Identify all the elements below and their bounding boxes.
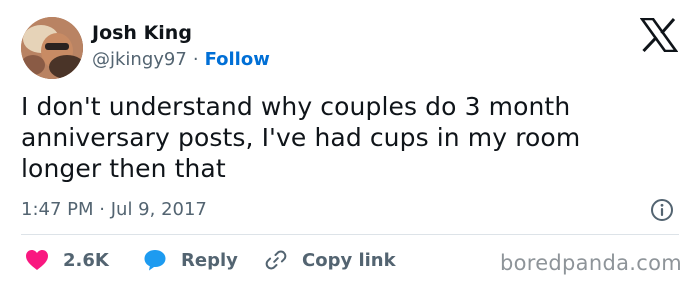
tweet-date: Jul 9, 2017	[110, 199, 207, 220]
info-icon[interactable]	[650, 198, 674, 222]
copy-link-label: Copy link	[302, 249, 396, 271]
tweet-card: Josh King @jkingy97 · Follow I don't under…	[0, 0, 700, 287]
copy-link-button[interactable]: Copy link	[264, 247, 396, 273]
speech-bubble-icon	[144, 250, 166, 271]
heart-icon	[26, 250, 48, 270]
follow-button[interactable]: Follow	[205, 49, 270, 70]
author-handle[interactable]: @jkingy97	[92, 49, 187, 70]
avatar[interactable]	[21, 17, 83, 79]
x-logo-icon[interactable]	[640, 18, 678, 52]
tweet-line: I don't understand why couples do 3 mont…	[21, 92, 571, 121]
reply-button[interactable]: Reply	[143, 247, 238, 273]
reply-label: Reply	[181, 249, 238, 271]
tweet-timestamp[interactable]: 1:47 PM · Jul 9, 2017	[21, 198, 207, 222]
author-handle-row: @jkingy97 · Follow	[92, 48, 270, 72]
divider	[21, 234, 679, 235]
link-icon	[265, 250, 287, 270]
watermark: boredpanda.com	[499, 251, 682, 275]
tweet-line: longer then that	[21, 154, 226, 183]
like-count: 2.6K	[63, 249, 109, 271]
tweet-time: 1:47 PM	[21, 199, 94, 220]
timestamp-separator: ·	[99, 199, 105, 220]
tweet-line: anniversary posts, I've had cups in my r…	[21, 123, 581, 152]
like-button[interactable]: 2.6K	[25, 247, 109, 273]
author-name[interactable]: Josh King	[92, 21, 192, 45]
handle-separator: ·	[192, 49, 199, 70]
tweet-text: I don't understand why couples do 3 mont…	[21, 91, 661, 184]
